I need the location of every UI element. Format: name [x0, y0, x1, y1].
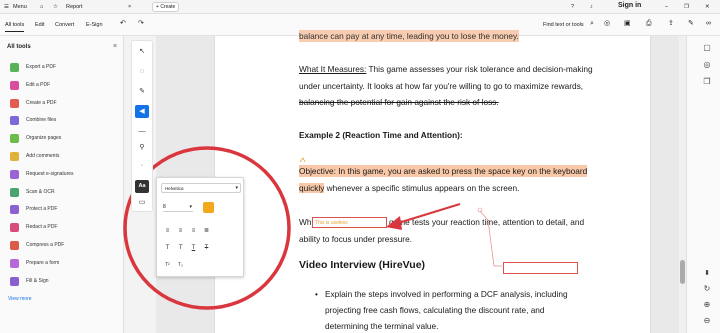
- text-color-swatch[interactable]: [203, 202, 214, 213]
- underline-icon[interactable]: T: [189, 244, 198, 253]
- pages-icon[interactable]: ❐: [702, 77, 712, 87]
- stamp-icon[interactable]: ⚲: [135, 141, 149, 154]
- refresh-icon[interactable]: ↻: [702, 284, 712, 294]
- divider: ·: [140, 162, 144, 169]
- align-right-icon[interactable]: ≡: [189, 227, 198, 236]
- italic-icon[interactable]: T: [176, 244, 185, 253]
- draw-icon[interactable]: —: [135, 125, 149, 138]
- font-family-value: Helvetica: [165, 186, 184, 191]
- zoom-out-icon[interactable]: ⊖: [702, 316, 712, 326]
- highlight-icon[interactable]: ✎: [135, 85, 149, 98]
- comment-icon[interactable]: ◌: [135, 65, 149, 78]
- text-format-popup: Helvetica ▾ 8 ▾ ≡ ≡ ≡ ≣ T T T T T² T₂: [156, 177, 244, 277]
- select-cursor-icon[interactable]: ↖: [135, 45, 149, 58]
- bold-icon[interactable]: T: [163, 244, 172, 253]
- red-arrow-shaft: [394, 203, 461, 225]
- align-left-icon[interactable]: ≡: [163, 227, 172, 236]
- text-format-aa-icon[interactable]: Aa: [135, 180, 149, 193]
- connector-line: [479, 210, 502, 267]
- right-toolbar: ▢ ◎ ❐ ▮ ↻ ⊕ ⊖: [686, 36, 720, 333]
- comment-toolstrip: ↖ ◌ ✎ ◀ — ⚲ · Aa ▭: [131, 40, 153, 212]
- superscript-icon[interactable]: T²: [163, 261, 172, 270]
- comments-panel-icon[interactable]: ▢: [702, 43, 712, 53]
- align-center-icon[interactable]: ≡: [176, 227, 185, 236]
- red-arrow-head: [386, 216, 402, 230]
- page-number-indicator[interactable]: ▮: [702, 268, 712, 278]
- strikethrough-icon[interactable]: T: [202, 244, 211, 253]
- attach-icon[interactable]: ▭: [135, 196, 149, 209]
- align-justify-icon[interactable]: ≣: [202, 227, 211, 236]
- font-size-select[interactable]: 8 ▾: [163, 203, 193, 212]
- chevron-down-icon: ▾: [235, 185, 238, 191]
- font-size-value: 8: [163, 204, 166, 210]
- chevron-down-icon: ▾: [189, 204, 192, 210]
- zoom-in-icon[interactable]: ⊕: [702, 300, 712, 310]
- vertical-scrollbar[interactable]: [679, 36, 686, 333]
- text-tool-icon[interactable]: ◀: [135, 105, 149, 118]
- subscript-icon[interactable]: T₂: [176, 261, 185, 270]
- font-family-select[interactable]: Helvetica ▾: [161, 183, 241, 193]
- scroll-thumb[interactable]: [680, 260, 685, 284]
- annotation-overlay: [123, 146, 502, 310]
- caret-marker: [299, 157, 306, 163]
- ai-chat-icon[interactable]: ◎: [702, 60, 712, 70]
